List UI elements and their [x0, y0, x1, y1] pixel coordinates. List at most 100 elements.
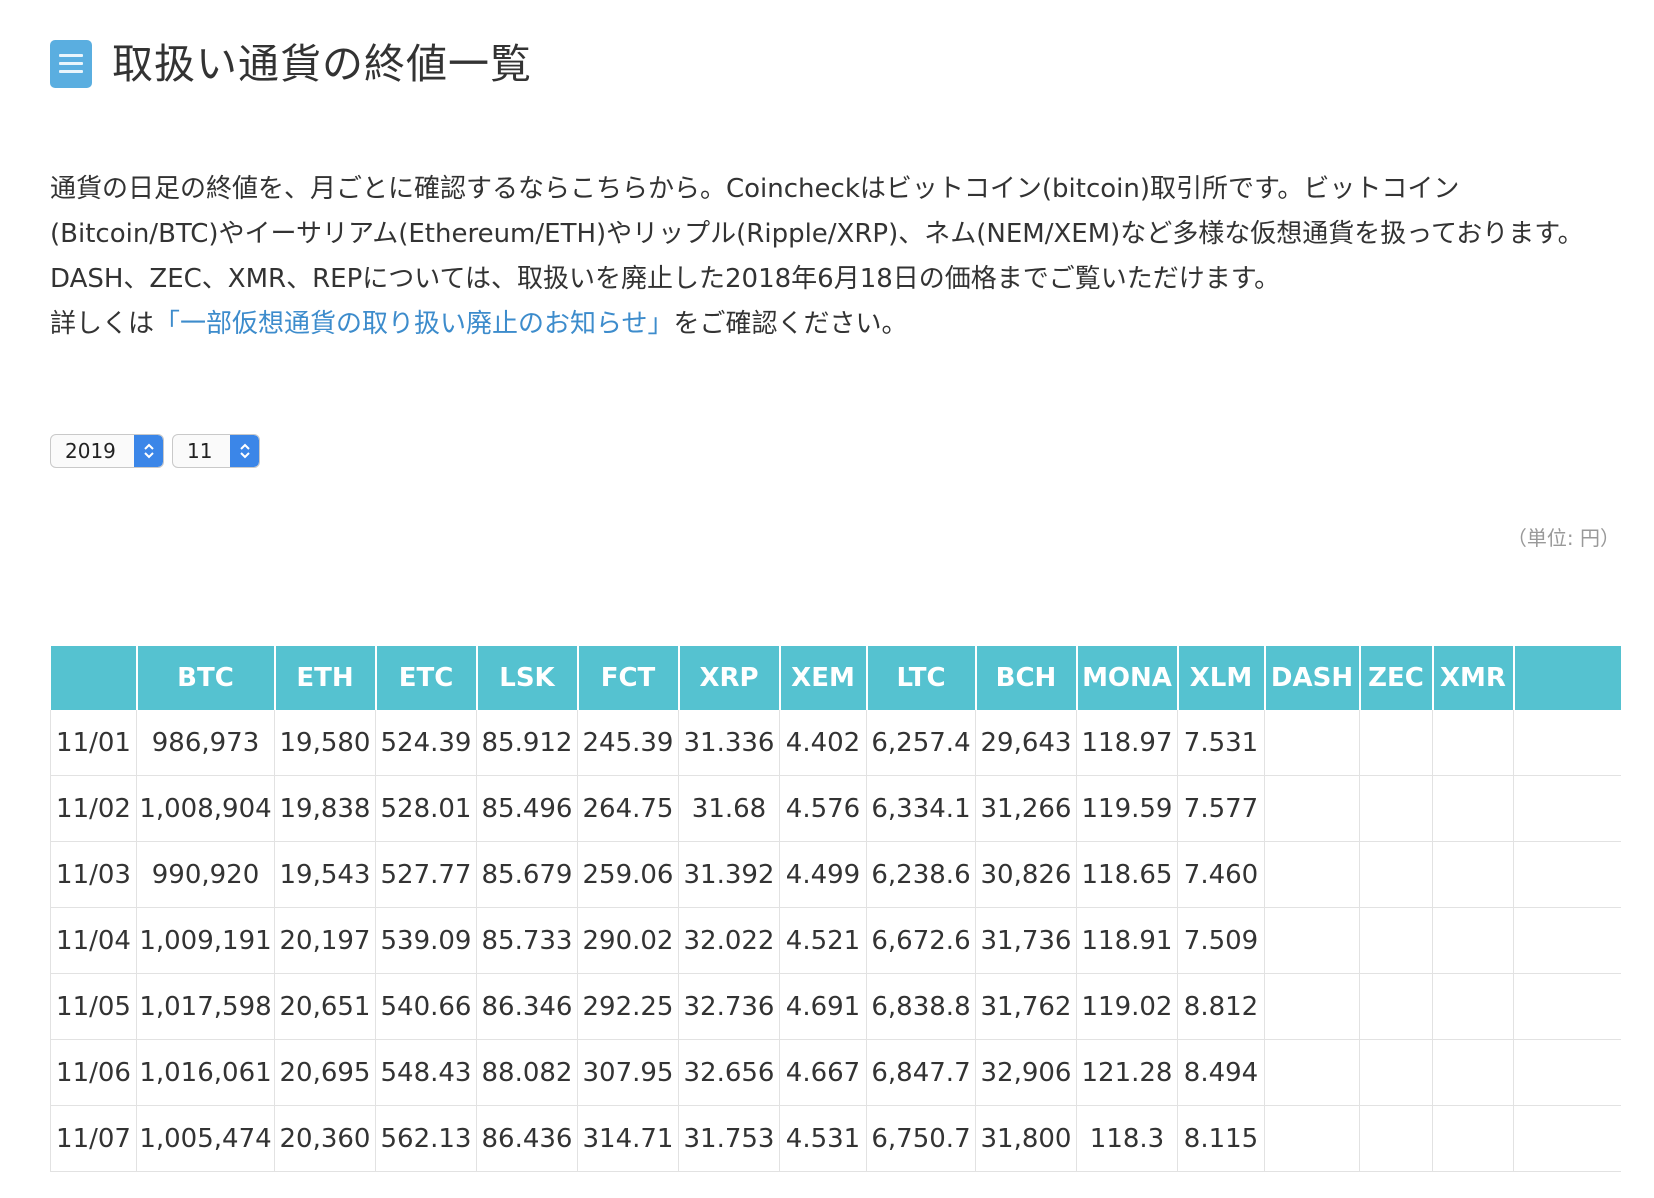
column-header — [50, 646, 138, 710]
table-row: 11/01 986,973 19,580 524.39 85.912 245.39 31.3… — [50, 710, 1621, 776]
price-cell — [1432, 1105, 1514, 1172]
price-cell: 307.95 — [577, 1039, 679, 1106]
price-cell: 85.912 — [476, 710, 578, 776]
price-cell: 562.13 — [375, 1105, 477, 1172]
column-header: XRP — [678, 646, 781, 710]
price-cell: 8.494 — [1177, 1039, 1265, 1106]
column-header: XEM — [779, 646, 868, 710]
closing-price-table: BTC ETH ETC LSK FCT XRP XEM LTC BCH MONA XLM DASH ZE… — [50, 646, 1621, 1172]
price-cell: 88.082 — [476, 1039, 578, 1106]
price-cell: 118.3 — [1076, 1105, 1178, 1172]
price-cell — [1264, 710, 1360, 776]
date-cell: 11/01 — [50, 710, 137, 776]
price-cell — [1432, 710, 1514, 776]
price-cell: 31.392 — [678, 841, 780, 908]
page-title: 取扱い通貨の終値一覧 — [112, 40, 532, 88]
price-cell — [1432, 841, 1514, 908]
price-cell: 119.02 — [1076, 973, 1178, 1040]
price-cell — [1264, 1105, 1360, 1172]
price-cell — [1264, 973, 1360, 1040]
price-cell — [1359, 973, 1433, 1040]
price-cell: 7.509 — [1177, 907, 1265, 974]
price-cell: 259.06 — [577, 841, 679, 908]
intro-text: 通貨の日足の終値を、月ごとに確認するならこちらから。Coincheckはビットコ… — [50, 167, 1610, 347]
price-cell: 4.667 — [779, 1039, 867, 1106]
price-cell: 31,736 — [975, 907, 1077, 974]
price-cell: 1,005,474 — [136, 1105, 275, 1172]
price-cell: 314.71 — [577, 1105, 679, 1172]
price-cell: 31,762 — [975, 973, 1077, 1040]
column-header — [1513, 646, 1621, 710]
price-cell: 86.346 — [476, 973, 578, 1040]
price-cell: 85.496 — [476, 775, 578, 842]
price-cell: 31.336 — [678, 710, 780, 776]
unit-label: （単位: 円） — [1506, 526, 1620, 550]
price-cell — [1359, 775, 1433, 842]
price-cell: 524.39 — [375, 710, 477, 776]
month-select[interactable]: 11 — [172, 434, 260, 468]
price-cell: 119.59 — [1076, 775, 1178, 842]
price-cell: 121.28 — [1076, 1039, 1178, 1106]
discontinue-notice-link[interactable]: 「一部仮想通貨の取り扱い廃止のお知らせ」 — [154, 309, 673, 339]
price-cell — [1432, 907, 1514, 974]
price-cell: 19,838 — [274, 775, 376, 842]
table-body: 11/01 986,973 19,580 524.39 85.912 245.39 31.3… — [50, 710, 1621, 1172]
price-cell — [1513, 710, 1621, 776]
column-header: ETC — [375, 646, 478, 710]
price-cell — [1513, 775, 1621, 842]
month-select-value: 11 — [187, 439, 213, 463]
price-cell: 290.02 — [577, 907, 679, 974]
price-cell — [1432, 973, 1514, 1040]
price-cell — [1359, 841, 1433, 908]
price-cell: 6,672.6 — [866, 907, 976, 974]
date-selectors: 2019 11 — [50, 434, 260, 468]
date-cell: 11/06 — [50, 1039, 137, 1106]
price-cell — [1513, 973, 1621, 1040]
price-cell: 4.691 — [779, 973, 867, 1040]
price-cell — [1513, 841, 1621, 908]
price-cell: 1,016,061 — [136, 1039, 275, 1106]
year-select[interactable]: 2019 — [50, 434, 164, 468]
price-cell: 4.402 — [779, 710, 867, 776]
price-cell: 7.531 — [1177, 710, 1265, 776]
price-cell: 85.679 — [476, 841, 578, 908]
column-header: LTC — [866, 646, 977, 710]
price-cell: 4.576 — [779, 775, 867, 842]
price-cell — [1264, 775, 1360, 842]
price-cell: 31,266 — [975, 775, 1077, 842]
price-cell: 292.25 — [577, 973, 679, 1040]
price-cell: 20,695 — [274, 1039, 376, 1106]
price-cell: 6,847.7 — [866, 1039, 976, 1106]
date-cell: 11/03 — [50, 841, 137, 908]
price-cell: 1,008,904 — [136, 775, 275, 842]
price-cell: 19,580 — [274, 710, 376, 776]
price-cell — [1513, 1039, 1621, 1106]
price-cell: 264.75 — [577, 775, 679, 842]
price-cell: 6,750.7 — [866, 1105, 976, 1172]
price-cell: 31,800 — [975, 1105, 1077, 1172]
intro-paragraph-3: 詳しくは「一部仮想通貨の取り扱い廃止のお知らせ」をご確認ください。 — [50, 302, 1610, 347]
price-cell: 1,017,598 — [136, 973, 275, 1040]
price-cell — [1513, 1105, 1621, 1172]
price-cell: 20,360 — [274, 1105, 376, 1172]
price-cell: 4.521 — [779, 907, 867, 974]
table-header-row: BTC ETH ETC LSK FCT XRP XEM LTC BCH MONA XLM DASH ZE… — [50, 646, 1621, 710]
price-cell: 31.68 — [678, 775, 780, 842]
intro-paragraph-2: DASH、ZEC、XMR、REPについては、取扱いを廃止した2018年6月18日… — [50, 264, 1281, 294]
column-header: XMR — [1432, 646, 1515, 710]
select-arrows-icon — [134, 435, 163, 467]
table-row: 11/05 1,017,598 20,651 540.66 86.346 292.25 32… — [50, 973, 1621, 1040]
column-header: BCH — [975, 646, 1078, 710]
price-cell: 7.460 — [1177, 841, 1265, 908]
price-cell: 6,257.4 — [866, 710, 976, 776]
column-header: ETH — [274, 646, 377, 710]
price-cell — [1432, 775, 1514, 842]
column-header: BTC — [136, 646, 276, 710]
column-header: ZEC — [1359, 646, 1434, 710]
price-cell — [1359, 710, 1433, 776]
column-header: XLM — [1177, 646, 1266, 710]
price-cell — [1513, 907, 1621, 974]
price-cell: 86.436 — [476, 1105, 578, 1172]
intro-suffix: をご確認ください。 — [673, 309, 908, 339]
price-cell: 4.499 — [779, 841, 867, 908]
